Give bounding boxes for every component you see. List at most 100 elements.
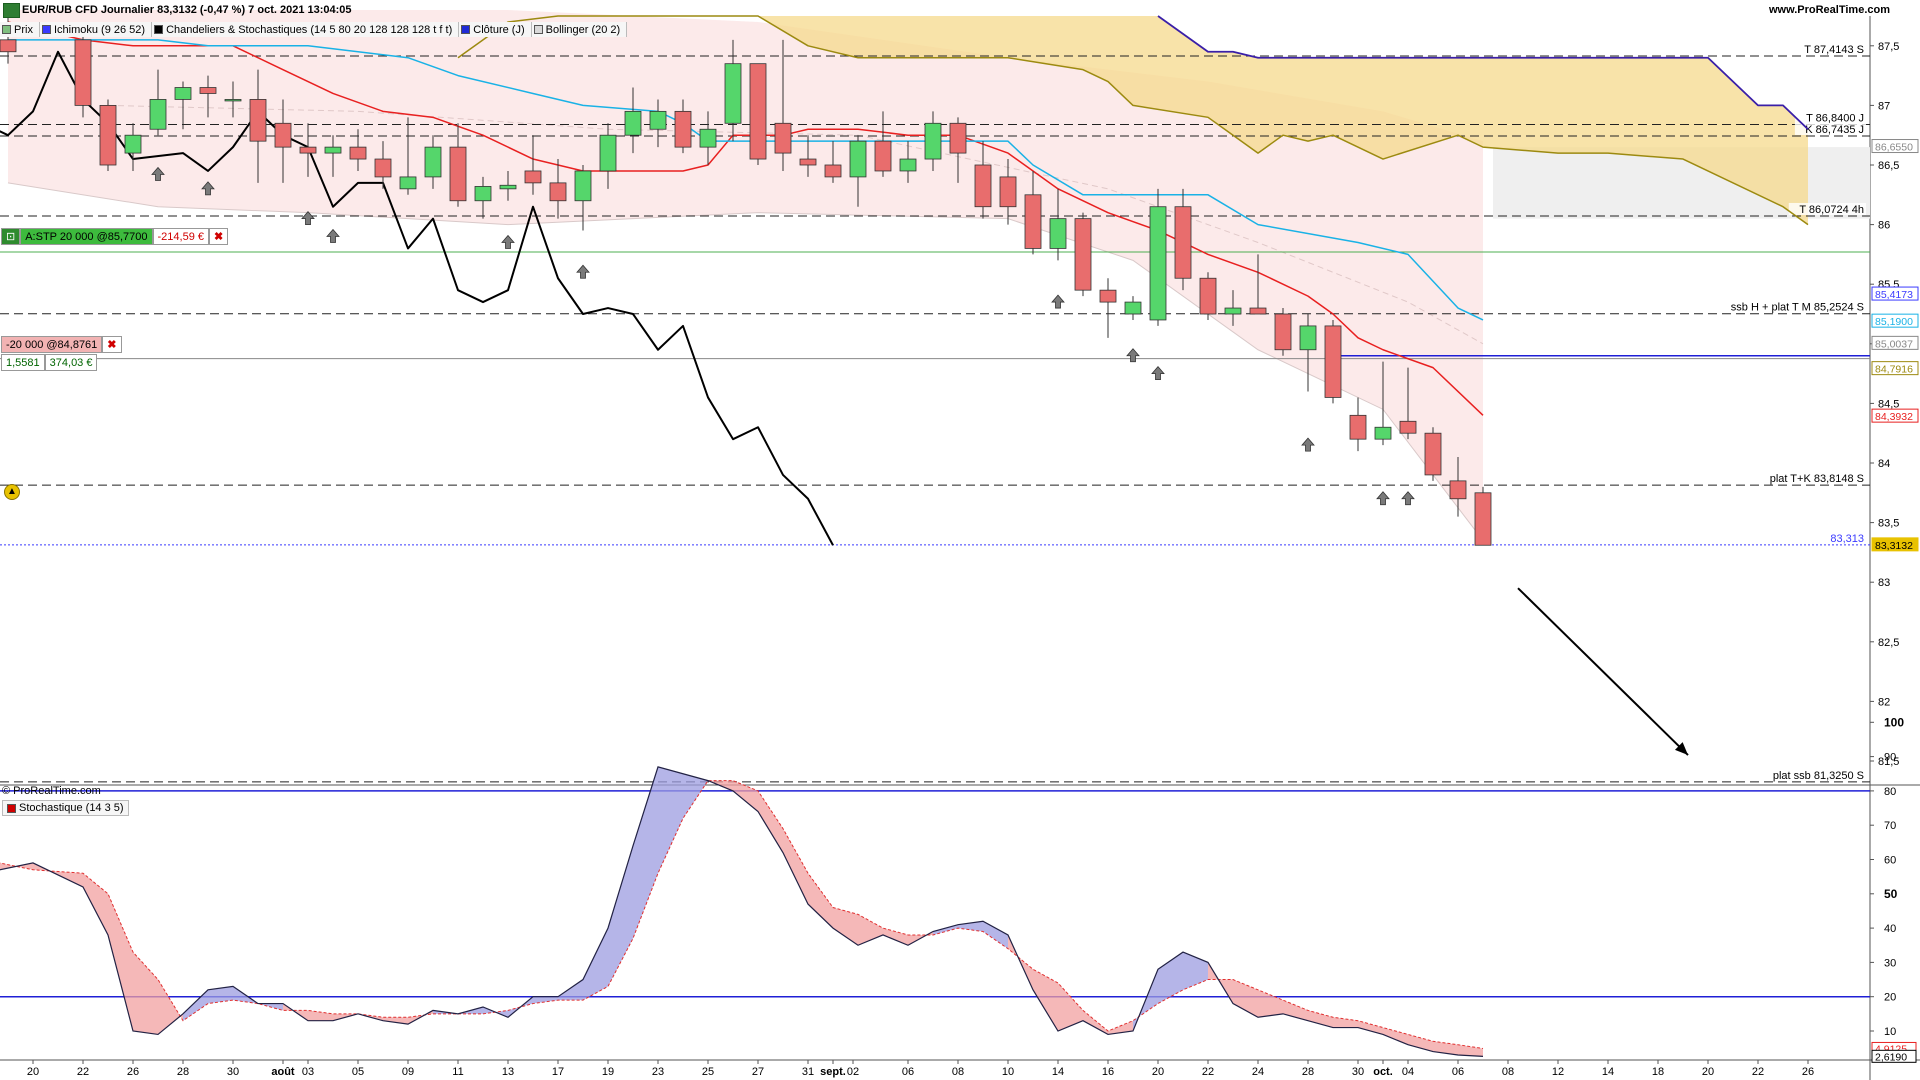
candle-down [824, 164, 842, 178]
time-tick-label: 26 [127, 1066, 139, 1078]
candle-down [549, 182, 567, 202]
candle-up [624, 110, 642, 136]
position-stats: 1,5581 374,03 € [1, 354, 98, 371]
candle-down [449, 146, 467, 202]
legend-item[interactable]: Clôture (J) [459, 22, 532, 37]
candle-down [0, 39, 17, 53]
legend-item[interactable]: Prix [0, 22, 40, 37]
candle-down [774, 122, 792, 154]
legend-swatch [461, 25, 471, 34]
legend-swatch [533, 25, 543, 34]
stochastic-swatch [7, 803, 16, 813]
title-bar: EUR/RUB CFD Journalier 83,3132 (-0,47 %)… [0, 0, 1920, 22]
candle-up [1374, 426, 1392, 440]
time-tick-label: 20 [1702, 1066, 1714, 1078]
price-tick-label: 83,5 [1878, 518, 1899, 530]
time-tick-label: 19 [602, 1066, 614, 1078]
candle-up [149, 99, 167, 130]
legend-item[interactable]: Bollinger (20 2) [531, 22, 628, 37]
candle-down [1249, 307, 1267, 315]
time-tick-label: 12 [1552, 1066, 1564, 1078]
position-label[interactable]: -20 000 @84,8761 [1, 336, 103, 353]
legend-item[interactable]: Ichimoku (9 26 52) [39, 22, 153, 37]
time-tick-label: 24 [1252, 1066, 1264, 1078]
legend-label: Prix [14, 23, 33, 36]
chart-canvas[interactable]: T 87,4143 S T 86,8400 JK 86,7435 J T 86,07… [0, 0, 1920, 1080]
stochastic-tick-label: 50 [1884, 887, 1898, 901]
stop-order-box[interactable]: ⊡ A:STP 20 000 @85,7700 -214,59 € ✖ [1, 228, 229, 245]
candle-down [274, 122, 292, 148]
alert-bell-icon[interactable]: ▲ [4, 484, 20, 500]
legend-item[interactable]: Chandeliers & Stochastiques (14 5 80 20 … [152, 22, 460, 37]
candle-down [74, 39, 92, 106]
time-tick-label: 22 [77, 1066, 89, 1078]
time-tick-label: 08 [1502, 1066, 1514, 1078]
price-tag-label: 84,3932 [1875, 411, 1913, 423]
level-label: plat ssb 81,3250 S [1773, 770, 1864, 782]
candle-down [799, 158, 817, 166]
stochastic-tick-label: 10 [1884, 1026, 1896, 1038]
price-tag-label: 85,4173 [1875, 289, 1913, 301]
price-tag-label: 83,3132 [1875, 540, 1913, 552]
candle-up [1299, 325, 1317, 351]
candle-up [899, 158, 917, 172]
legend-swatch [41, 25, 51, 34]
copyright: © ProRealTime.com [2, 785, 101, 797]
candle-down [1474, 492, 1492, 546]
close-icon[interactable]: ✖ [102, 336, 122, 353]
time-tick-label: 14 [1052, 1066, 1064, 1078]
candle-down [199, 87, 217, 94]
candle-up [399, 176, 417, 190]
position-box[interactable]: -20 000 @84,8761 ✖ [1, 336, 122, 353]
time-tick-label: 28 [1302, 1066, 1314, 1078]
candle-down [524, 170, 542, 184]
candle-down [1199, 277, 1217, 315]
time-tick-label: 06 [1452, 1066, 1464, 1078]
stop-order-icon[interactable]: ⊡ [1, 228, 21, 245]
stop-order-label[interactable]: A:STP 20 000 @85,7700 [20, 228, 153, 245]
candle-down [1349, 414, 1367, 440]
candle-up [224, 99, 242, 102]
stochastic-label: Stochastique (14 3 5) [19, 802, 124, 814]
time-tick-label: 09 [402, 1066, 414, 1078]
brand-link[interactable]: www.ProRealTime.com [1769, 4, 1890, 16]
price-tag-label: 85,1900 [1875, 316, 1913, 328]
candle-up [1149, 206, 1167, 321]
candle-up [474, 186, 492, 202]
time-tick-label: août [271, 1066, 295, 1078]
level-label: T 86,8400 J [1806, 112, 1864, 124]
candle-down [1424, 432, 1442, 476]
candle-up [499, 184, 517, 190]
time-tick-label: 20 [27, 1066, 39, 1078]
close-icon[interactable]: ✖ [208, 228, 229, 245]
level-label: 83,313 [1830, 533, 1864, 545]
time-tick-label: 23 [652, 1066, 664, 1078]
candle-down [874, 140, 892, 172]
candle-up [324, 146, 342, 154]
candle-up [574, 170, 592, 202]
time-tick-label: 13 [502, 1066, 514, 1078]
candle-down [1449, 480, 1467, 500]
level-label: K 86,7435 J [1805, 124, 1864, 136]
level-label: T 87,4143 S [1804, 44, 1864, 56]
stochastic-tick-label: 30 [1884, 957, 1896, 969]
app-icon[interactable] [3, 3, 20, 18]
candle-down [749, 63, 767, 160]
stochastic-tick-label: 20 [1884, 992, 1896, 1004]
time-tick-label: 30 [1352, 1066, 1364, 1078]
time-tick-label: 27 [752, 1066, 764, 1078]
time-tick-label: 25 [702, 1066, 714, 1078]
price-tick-label: 84 [1878, 458, 1890, 470]
price-tick-label: 82,5 [1878, 637, 1899, 649]
stochastic-legend: Stochastique (14 3 5) [2, 800, 129, 816]
time-tick-label: 10 [1002, 1066, 1014, 1078]
time-tick-label: 17 [552, 1066, 564, 1078]
time-tick-label: 16 [1102, 1066, 1114, 1078]
candle-up [849, 140, 867, 178]
position-pnl: 374,03 € [44, 354, 98, 371]
price-tick-label: 82 [1878, 696, 1890, 708]
time-tick-label: 31 [802, 1066, 814, 1078]
time-tick-label: 18 [1652, 1066, 1664, 1078]
candle-down [1399, 420, 1417, 434]
candle-up [124, 134, 142, 154]
